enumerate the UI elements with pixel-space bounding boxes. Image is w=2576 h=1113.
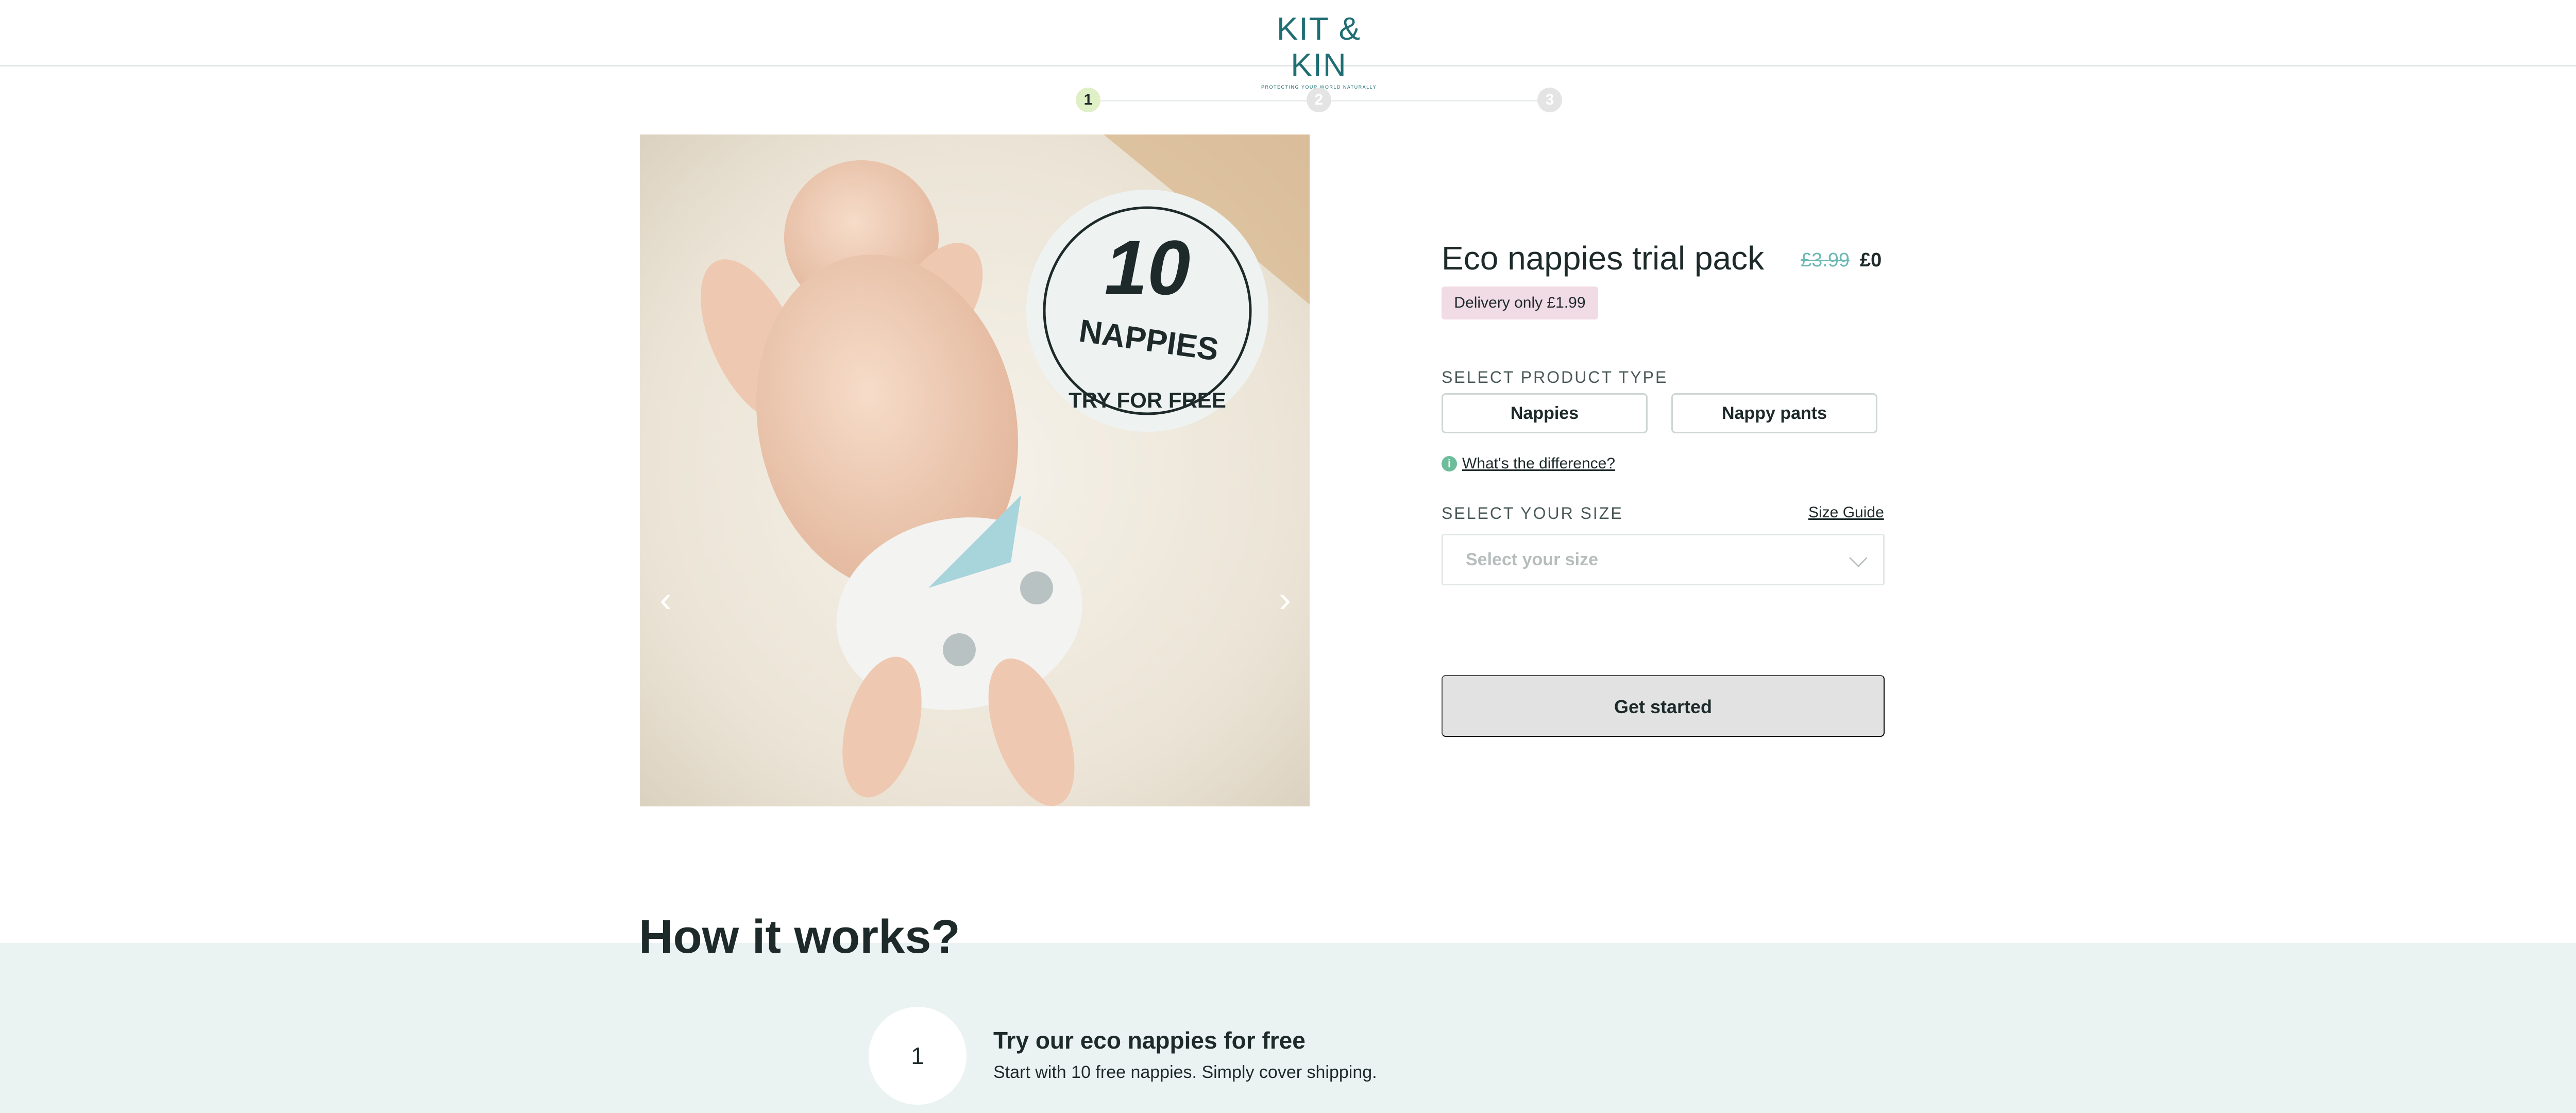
chevron-right-icon[interactable]: › [1269, 579, 1300, 620]
how-it-works-title: How it works? [639, 910, 960, 963]
get-started-button[interactable]: Get started [1442, 675, 1885, 737]
step-2: 2 [1307, 88, 1331, 112]
product-title: Eco nappies trial pack [1442, 240, 1765, 277]
step-1: 1 [1076, 88, 1100, 112]
how-step-title: Try our eco nappies for free [993, 1027, 1306, 1054]
price-current: £0 [1860, 249, 1882, 271]
badge-number: 10 [1105, 224, 1191, 311]
delivery-badge: Delivery only £1.99 [1442, 286, 1598, 319]
difference-link[interactable]: What's the difference? [1462, 455, 1615, 473]
chevron-left-icon[interactable]: ‹ [650, 579, 681, 620]
price-original: £3.99 [1801, 249, 1850, 271]
size-label: SELECT YOUR SIZE [1442, 504, 1623, 522]
chevron-down-icon [1849, 549, 1868, 567]
logo-text: KIT & KIN [1277, 11, 1361, 83]
nappies-button[interactable]: Nappies [1442, 393, 1648, 433]
nappy-pants-button[interactable]: Nappy pants [1671, 393, 1877, 433]
progress-stepper: 1 2 3 [1076, 88, 1562, 114]
product-type-label: SELECT PRODUCT TYPE [1442, 368, 1668, 386]
product-image-carousel: 10 NAPPIES TRY FOR FREE ‹ › [640, 134, 1310, 806]
difference-row[interactable]: i What's the difference? [1442, 453, 1615, 474]
logo[interactable]: KIT & KIN PROTECTING YOUR WORLD NATURALL… [1247, 11, 1391, 90]
badge-sub: TRY FOR FREE [1069, 388, 1226, 412]
how-step-description: Start with 10 free nappies. Simply cover… [993, 1063, 1377, 1082]
info-icon: i [1442, 456, 1457, 471]
size-guide-link[interactable]: Size Guide [1808, 504, 1884, 521]
size-select-placeholder: Select your size [1466, 550, 1599, 569]
size-select[interactable]: Select your size [1442, 534, 1885, 585]
stepper-line [1100, 100, 1307, 102]
site-header: KIT & KIN PROTECTING YOUR WORLD NATURALL… [0, 0, 2576, 90]
stepper-line [1331, 100, 1537, 102]
baby-nappy-image: 10 NAPPIES TRY FOR FREE [640, 134, 1310, 806]
step-3: 3 [1537, 88, 1562, 112]
how-step-number: 1 [869, 1007, 967, 1105]
